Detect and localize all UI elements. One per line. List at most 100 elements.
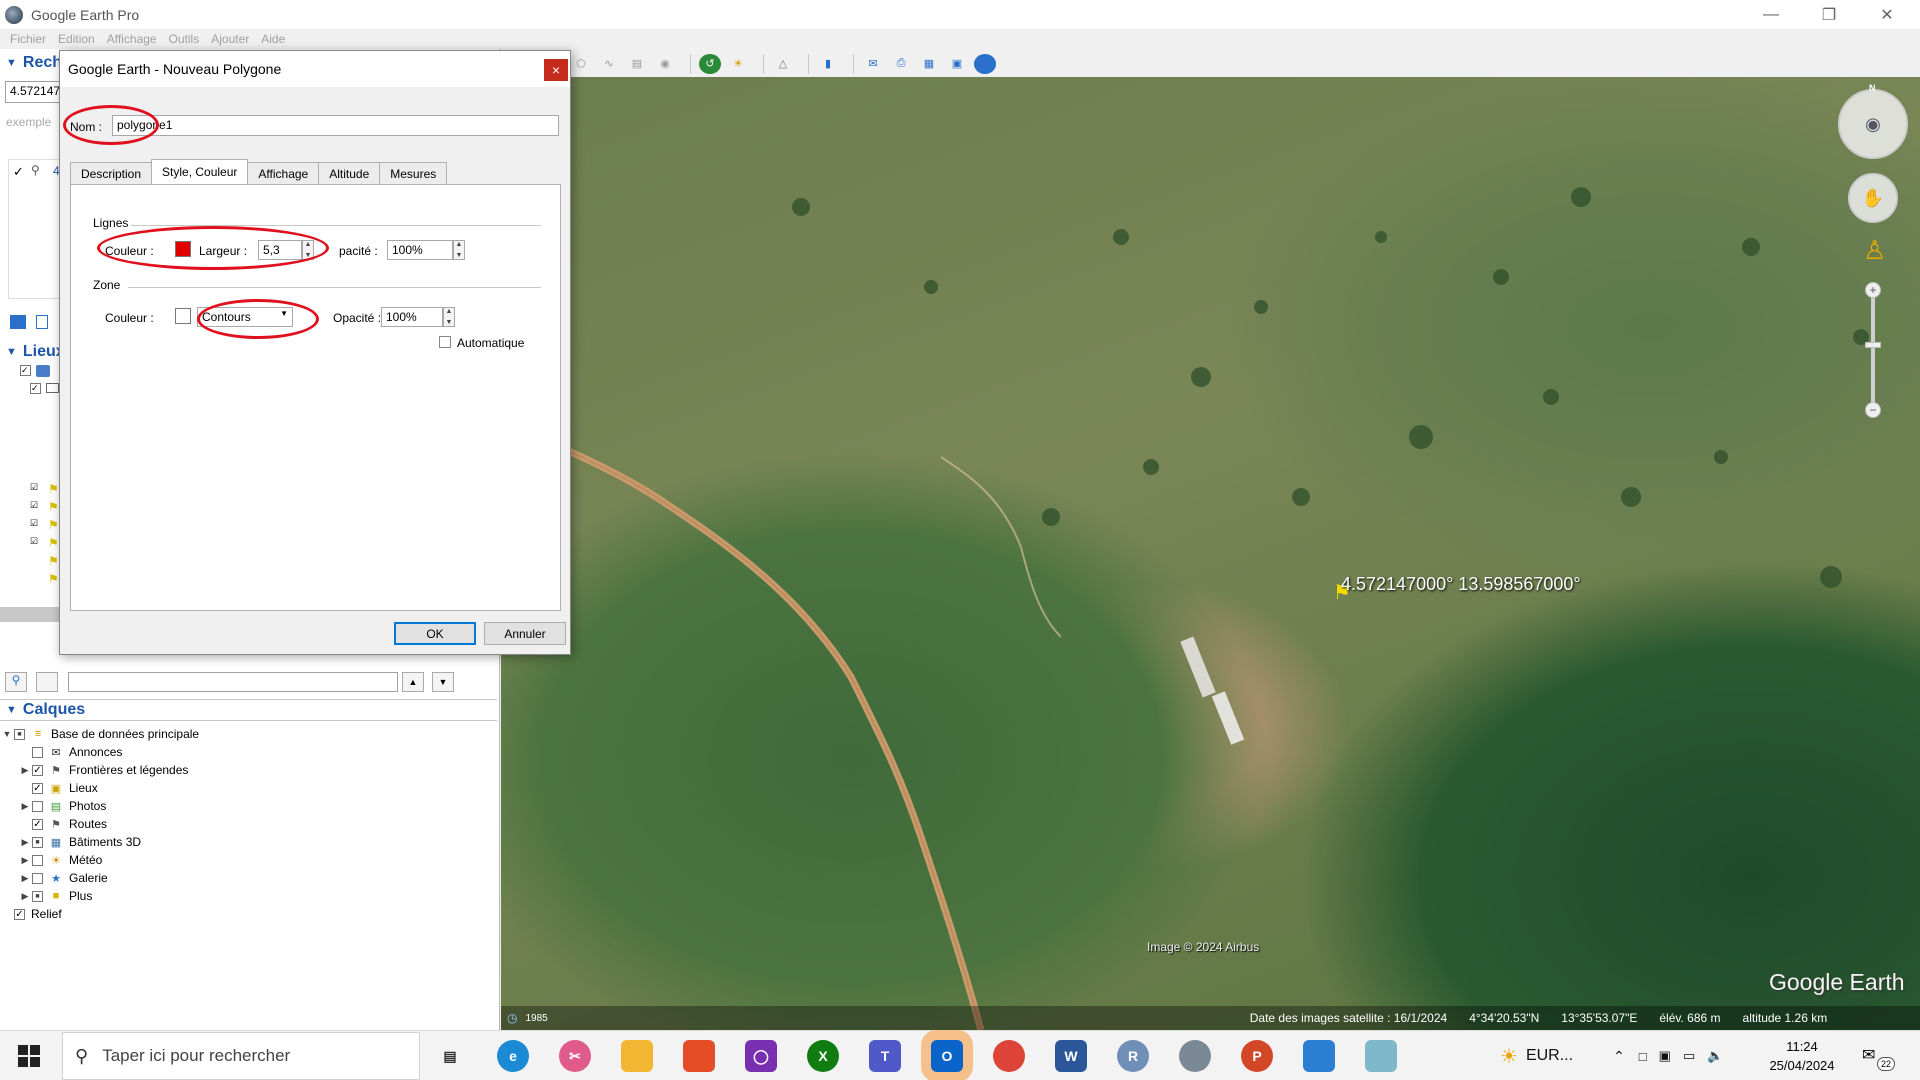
layer-row[interactable]: ✓ ▣ Lieux: [0, 779, 500, 797]
stack-app-icon[interactable]: [683, 1040, 715, 1072]
zone-color-swatch[interactable]: [175, 308, 191, 324]
tray-chevron-icon[interactable]: ⌃: [1613, 1048, 1625, 1065]
snipping-tool-icon[interactable]: ✂: [559, 1040, 591, 1072]
expand-arrow-icon[interactable]: ▶: [18, 837, 32, 848]
path-tool-icon[interactable]: ∿: [598, 54, 620, 74]
clock[interactable]: 11:24 25/04/2024: [1762, 1037, 1842, 1075]
photos-app-icon[interactable]: [1303, 1040, 1335, 1072]
tab-description[interactable]: Description: [70, 162, 153, 184]
expand-arrow-icon[interactable]: ▶: [18, 855, 32, 866]
places-checkbox[interactable]: ✓: [20, 365, 31, 376]
layer-checkbox[interactable]: ✓: [32, 818, 43, 830]
places-panel-header[interactable]: ▼ Lieux: [0, 342, 65, 362]
layer-row[interactable]: ✓ Relief: [0, 905, 500, 923]
menu-fichier[interactable]: Fichier: [10, 32, 46, 46]
google-earth-taskbar-icon[interactable]: [1179, 1040, 1211, 1072]
minimize-button[interactable]: —: [1742, 0, 1800, 29]
podcast-app-icon[interactable]: ◯: [745, 1040, 777, 1072]
layer-checkbox[interactable]: [32, 854, 43, 866]
layer-row[interactable]: ▶ ■ ▦ Bâtiments 3D: [0, 833, 500, 851]
layer-checkbox[interactable]: ✓: [14, 908, 25, 920]
volume-icon[interactable]: 🔈: [1707, 1048, 1723, 1064]
auto-checkbox[interactable]: [439, 336, 451, 348]
expand-arrow-icon[interactable]: ▶: [18, 765, 32, 776]
layers-filter-input[interactable]: [68, 672, 398, 692]
layer-checkbox[interactable]: ■: [32, 836, 43, 848]
line-opacity-input[interactable]: 100%: [387, 240, 453, 260]
move-up-icon[interactable]: ▲: [402, 672, 424, 692]
layer-checkbox[interactable]: ■: [14, 728, 25, 740]
view-in-maps-icon[interactable]: [974, 53, 996, 74]
zone-opacity-input[interactable]: 100%: [381, 307, 443, 327]
layer-row[interactable]: ▶ ■ ■ Plus: [0, 887, 500, 905]
display-icon[interactable]: ▣: [1659, 1048, 1671, 1064]
map-view[interactable]: ⚑ 4.572147000° 13.598567000° Image © 202…: [501, 77, 1920, 1030]
layer-row[interactable]: ▼ ■ ≡ Base de données principale: [0, 725, 500, 743]
print-icon[interactable]: ⎙: [890, 54, 912, 74]
layer-row[interactable]: ▶ ✓ ⚑ Frontières et légendes: [0, 761, 500, 779]
placemark-checkboxes[interactable]: ☑ ☑ ☑ ☑: [30, 482, 41, 562]
placemark-label[interactable]: 4.572147000° 13.598567000°: [1341, 574, 1581, 595]
polygon-tool-icon[interactable]: ⬠: [570, 54, 592, 74]
zoom-slider-thumb[interactable]: [1865, 342, 1881, 348]
layer-checkbox[interactable]: [32, 800, 43, 812]
layer-row[interactable]: ▶ ▤ Photos: [0, 797, 500, 815]
outlook-icon[interactable]: O: [931, 1040, 963, 1072]
tab-style-couleur[interactable]: Style, Couleur: [151, 159, 249, 184]
expand-arrow-icon[interactable]: ▼: [0, 729, 14, 739]
meet-icon[interactable]: □: [1639, 1049, 1647, 1064]
look-joystick[interactable]: ◉: [1838, 89, 1908, 159]
task-view-icon[interactable]: ▤: [434, 1040, 466, 1072]
email-icon[interactable]: ✉: [862, 54, 884, 74]
places-checkbox[interactable]: ✓: [30, 383, 41, 394]
menu-ajouter[interactable]: Ajouter: [211, 32, 249, 46]
historical-imagery-icon[interactable]: ↺: [699, 53, 721, 74]
polygon-name-input[interactable]: polygone1: [112, 115, 559, 136]
add-folder-icon[interactable]: [10, 315, 26, 329]
r-app-icon[interactable]: R: [1117, 1040, 1149, 1072]
tab-altitude[interactable]: Altitude: [318, 162, 381, 184]
file-explorer-icon[interactable]: [621, 1040, 653, 1072]
menu-edition[interactable]: Edition: [58, 32, 95, 46]
ok-button[interactable]: OK: [394, 622, 476, 645]
search-layers-icon[interactable]: ⚲: [5, 672, 27, 692]
dialog-close-button[interactable]: ×: [544, 59, 568, 81]
move-joystick[interactable]: ✋: [1848, 173, 1898, 223]
expand-arrow-icon[interactable]: ▶: [18, 873, 32, 884]
tab-mesures[interactable]: Mesures: [379, 162, 448, 184]
movie-maker-icon[interactable]: ▣: [946, 54, 968, 74]
expand-arrow-icon[interactable]: ▶: [18, 891, 32, 902]
zoom-in-button[interactable]: +: [1865, 282, 1881, 298]
record-tour-icon[interactable]: ◉: [654, 54, 676, 74]
move-down-icon[interactable]: ▼: [432, 672, 454, 692]
taskbar-search-box[interactable]: ⚲ Taper ici pour rechercher: [62, 1032, 420, 1080]
layer-checkbox[interactable]: [32, 746, 43, 758]
layer-checkbox[interactable]: ■: [32, 890, 43, 902]
layer-row[interactable]: ▶ ★ Galerie: [0, 869, 500, 887]
layer-row[interactable]: ✓ ⚑ Routes: [0, 815, 500, 833]
image-overlay-icon[interactable]: ▤: [626, 54, 648, 74]
line-opacity-spinner[interactable]: ▲ ▼: [453, 240, 465, 260]
ruler-icon[interactable]: ▮: [817, 54, 839, 74]
layer-checkbox[interactable]: ✓: [32, 764, 43, 776]
xbox-icon[interactable]: X: [807, 1040, 839, 1072]
copy-icon[interactable]: [36, 315, 48, 329]
search-panel-header[interactable]: ▼ Rech: [0, 53, 62, 73]
layer-checkbox[interactable]: ✓: [32, 782, 43, 794]
layer-checkbox[interactable]: [32, 872, 43, 884]
save-image-icon[interactable]: ▦: [918, 54, 940, 74]
planets-icon[interactable]: △: [772, 54, 794, 74]
layer-row[interactable]: ▶ ☀ Météo: [0, 851, 500, 869]
word-icon[interactable]: W: [1055, 1040, 1087, 1072]
zone-opacity-spinner[interactable]: ▲ ▼: [443, 307, 455, 327]
sunlight-icon[interactable]: ☀: [727, 54, 749, 74]
menu-affichage[interactable]: Affichage: [107, 32, 157, 46]
weather-label[interactable]: EUR...: [1526, 1047, 1573, 1065]
powerpoint-icon[interactable]: P: [1241, 1040, 1273, 1072]
layers-view-icon[interactable]: [36, 672, 58, 692]
menu-outils[interactable]: Outils: [169, 32, 200, 46]
menu-aide[interactable]: Aide: [261, 32, 285, 46]
close-window-button[interactable]: ✕: [1858, 0, 1916, 29]
zoom-out-button[interactable]: −: [1865, 402, 1881, 418]
windows-start-icon[interactable]: [18, 1045, 40, 1067]
